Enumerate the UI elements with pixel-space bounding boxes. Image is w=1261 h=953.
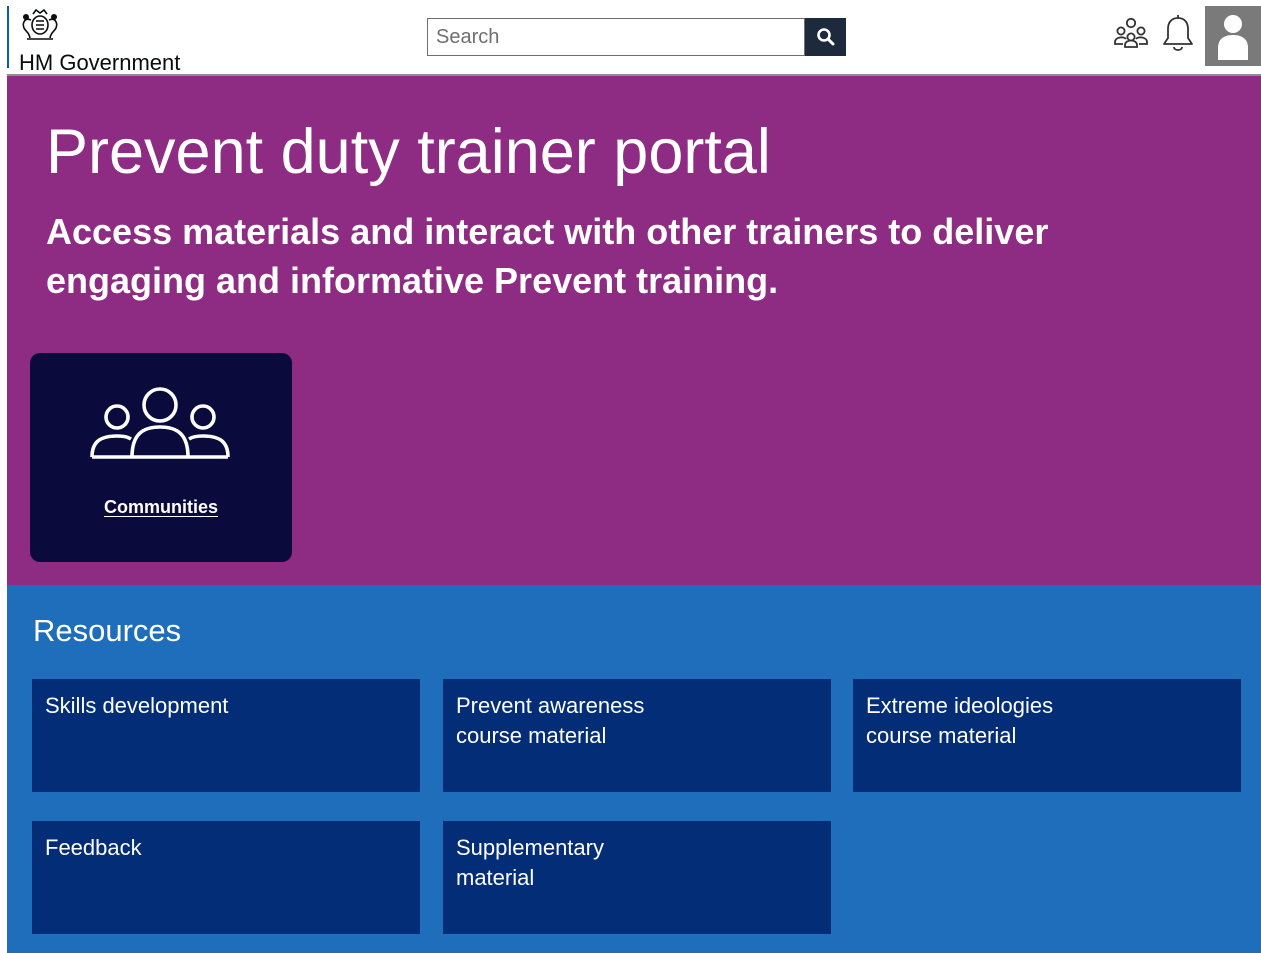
hm-government-logo[interactable]: HM Government [7,6,180,74]
people-group-icon[interactable] [1111,14,1151,54]
resource-tile-label: Feedback [45,835,142,860]
resource-tile-label: Prevent awareness course material [456,693,645,748]
resources-section: Resources Skills development Prevent awa… [7,585,1261,953]
communities-card[interactable]: Communities [30,353,292,562]
resource-tile-skills-development[interactable]: Skills development [32,679,420,792]
logo-text: HM Government [19,50,181,75]
search-button[interactable] [805,18,846,56]
resource-tile-feedback[interactable]: Feedback [32,821,420,934]
resource-tile-label: Supplementary material [456,835,604,890]
resource-tile-prevent-awareness[interactable]: Prevent awareness course material [443,679,831,792]
site-header: HM Government [7,0,1261,76]
search-bar [427,18,847,56]
resource-tile-supplementary-material[interactable]: Supplementary material [443,821,831,934]
search-input[interactable] [427,18,805,56]
royal-crest-icon [22,8,58,40]
user-avatar[interactable] [1205,6,1261,66]
page-subtitle: Access materials and interact with other… [46,211,1049,301]
bell-icon[interactable] [1160,14,1196,54]
page: HM Government Search Prevent duty traine… [7,0,1261,953]
resource-tile-extreme-ideologies[interactable]: Extreme ideologies course material [853,679,1241,792]
page-title: Prevent duty trainer portal [46,117,771,187]
user-avatar-icon [1218,15,1248,60]
communities-icon [90,387,230,459]
resources-heading: Resources [33,613,182,648]
hero-banner: Prevent duty trainer portal Access mater… [7,76,1261,585]
communities-link[interactable]: Communities [30,497,292,518]
resource-tile-label: Extreme ideologies course material [866,693,1054,748]
search-icon [816,28,834,46]
resource-tile-label: Skills development [45,693,229,718]
